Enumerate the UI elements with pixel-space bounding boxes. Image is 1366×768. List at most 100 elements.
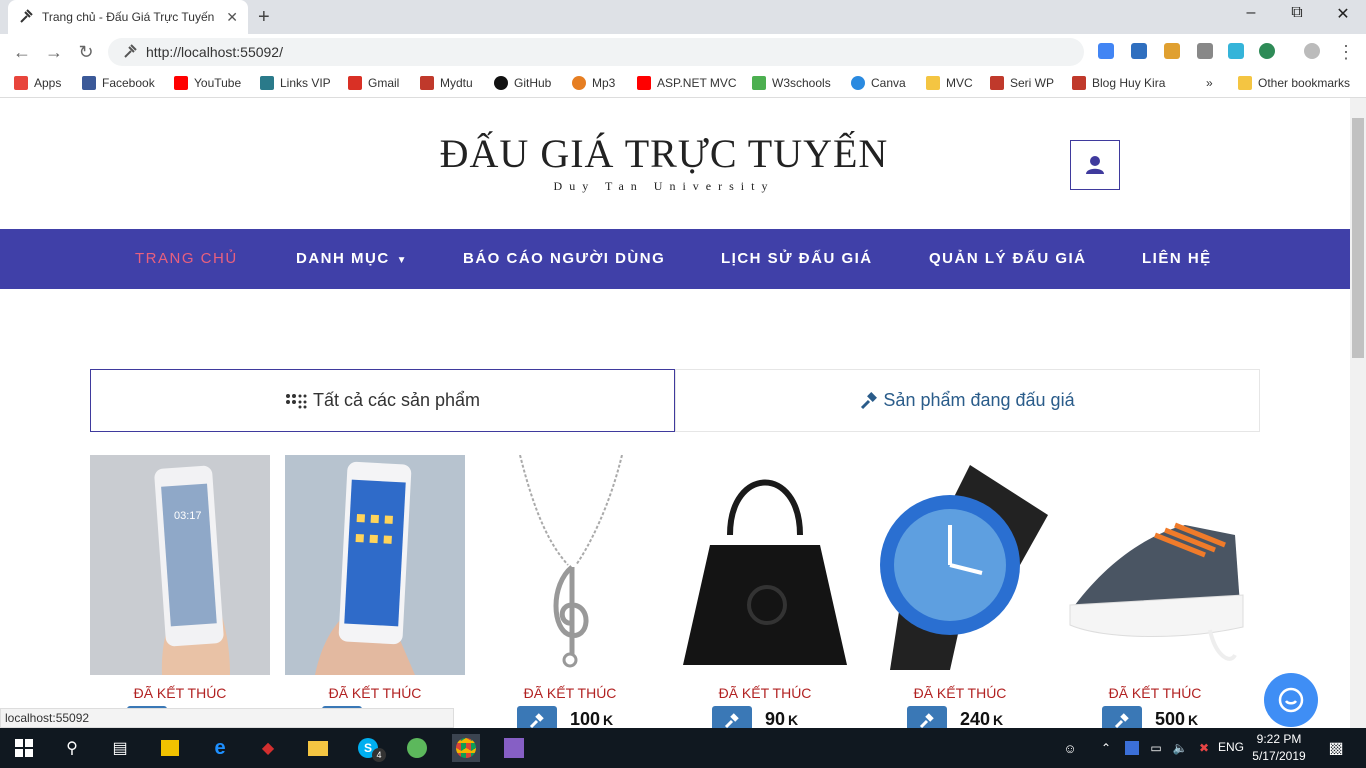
battery-icon[interactable]: ▭ <box>1144 736 1168 760</box>
chat-icon <box>1278 687 1304 713</box>
product-status: ĐÃ KẾT THÚC <box>523 685 617 701</box>
nav-home[interactable]: TRANG CHỦ <box>135 250 238 267</box>
browser-tab[interactable]: Trang chủ - Đấu Giá Trực Tuyến ✕ <box>8 0 248 34</box>
coccoc-icon[interactable] <box>405 736 429 760</box>
visual-studio-icon[interactable] <box>502 736 526 760</box>
bookmark-canva[interactable]: Canva <box>851 76 906 90</box>
reload-icon[interactable]: ↻ <box>74 42 98 63</box>
bookmark-w3schools[interactable]: W3schools <box>752 76 831 90</box>
browser-tab-bar: Trang chủ - Đấu Giá Trực Tuyến ✕ + – ⧉ ✕ <box>0 0 1366 34</box>
bid-button[interactable] <box>712 706 752 728</box>
bookmark-github[interactable]: GitHub <box>494 76 551 90</box>
network-icon[interactable]: ✖ <box>1192 736 1216 760</box>
tray-overflow-icon[interactable]: ⌃ <box>1094 736 1118 760</box>
notifications-icon[interactable]: ▩ <box>1324 736 1348 760</box>
file-explorer-icon[interactable] <box>306 736 330 760</box>
tools-ext-icon[interactable] <box>1164 43 1180 59</box>
system-clock[interactable]: 9:22 PM 5/17/2019 <box>1244 731 1314 765</box>
product-card[interactable]: ĐÃ KẾT THÚC 90 K <box>675 455 855 728</box>
folder-icon <box>1238 76 1252 90</box>
close-tab-icon[interactable]: ✕ <box>226 9 238 26</box>
chat-widget-button[interactable] <box>1264 673 1318 727</box>
note-ext-icon[interactable] <box>1228 43 1244 59</box>
eyedropper-ext-icon[interactable] <box>1197 43 1213 59</box>
translate-icon[interactable] <box>1098 43 1114 59</box>
bookmark-youtube[interactable]: YouTube <box>174 76 241 90</box>
gavel-icon <box>724 713 739 728</box>
back-icon[interactable]: ← <box>10 42 34 63</box>
bid-button[interactable] <box>517 706 557 728</box>
folder-icon <box>926 76 940 90</box>
tab-title: Trang chủ - Đấu Giá Trực Tuyến <box>42 10 215 24</box>
product-price: 500 K <box>1155 709 1199 728</box>
people-icon[interactable]: ☺ <box>1058 736 1082 760</box>
search-icon[interactable]: ⚲ <box>60 736 84 760</box>
nav-user-reports[interactable]: BÁO CÁO NGƯỜI DÙNG <box>463 250 665 267</box>
task-view-icon[interactable]: ▤ <box>108 736 132 760</box>
product-status: ĐÃ KẾT THÚC <box>133 685 227 701</box>
profile-avatar-icon[interactable] <box>1304 43 1320 59</box>
user-account-button[interactable] <box>1070 140 1120 190</box>
windows-start-icon[interactable] <box>12 736 36 760</box>
bookmark-apps[interactable]: Apps <box>14 76 61 90</box>
forward-icon[interactable]: → <box>42 42 66 63</box>
bookmarks-overflow-button[interactable]: » <box>1206 76 1213 90</box>
product-card[interactable]: ĐÃ KẾT THÚC 100 K <box>480 455 660 728</box>
minimize-icon[interactable]: – <box>1236 4 1266 22</box>
chrome-icon[interactable] <box>452 734 480 762</box>
unikey-icon[interactable] <box>1120 736 1144 760</box>
close-window-icon[interactable]: ✕ <box>1328 4 1358 24</box>
bookmark-facebook[interactable]: Facebook <box>82 76 155 90</box>
product-card[interactable]: 03:17 ĐÃ KẾT THÚC <box>90 455 270 728</box>
address-bar[interactable]: http://localhost:55092/ <box>108 38 1084 66</box>
bookmark-mvc[interactable]: MVC <box>926 76 973 90</box>
nav-categories[interactable]: DANH MỤC ▼ <box>296 250 408 267</box>
bookmark-links-vip[interactable]: Links VIP <box>260 76 331 90</box>
nav-auction-history[interactable]: LỊCH SỬ ĐẤU GIÁ <box>721 250 873 267</box>
tab-live-auctions[interactable]: Sản phẩm đang đấu giá <box>675 369 1260 432</box>
scrollbar-thumb[interactable] <box>1352 118 1364 358</box>
bookmarks-bar: Apps Facebook YouTube Links VIP Gmail My… <box>0 70 1366 98</box>
edge-icon[interactable]: e <box>208 736 232 760</box>
nav-contact[interactable]: LIÊN HỆ <box>1142 250 1212 267</box>
skype-badge: 4 <box>372 748 386 762</box>
site-title: ĐẤU GIÁ TRỰC TUYẾN <box>439 131 889 176</box>
gavel-icon <box>861 391 878 409</box>
volume-icon[interactable]: 🔈 <box>1168 736 1192 760</box>
bookmark-mydtu[interactable]: Mydtu <box>420 76 473 90</box>
product-card[interactable]: ĐÃ KẾT THÚC <box>285 455 465 728</box>
garena-icon[interactable]: ◆ <box>256 736 280 760</box>
clock-date: 5/17/2019 <box>1252 749 1306 763</box>
site-brand: ĐẤU GIÁ TRỰC TUYẾN Duy Tan University <box>0 130 1350 194</box>
user-icon <box>1086 156 1104 174</box>
tab-all-products[interactable]: Tất cả các sản phẩm <box>90 369 675 432</box>
restore-icon[interactable]: ⧉ <box>1282 4 1312 22</box>
bookmark-other[interactable]: Other bookmarks <box>1238 76 1350 90</box>
bid-button[interactable] <box>907 706 947 728</box>
link-status-bar: localhost:55092 <box>0 708 454 728</box>
k-icon <box>990 76 1004 90</box>
web-page: ĐẤU GIÁ TRỰC TUYẾN Duy Tan University TR… <box>0 98 1350 728</box>
product-card[interactable]: ĐÃ KẾT THÚC 240 K <box>870 455 1050 728</box>
bookmark-gmail[interactable]: Gmail <box>348 76 399 90</box>
bid-button[interactable] <box>1102 706 1142 728</box>
store-icon[interactable] <box>158 736 182 760</box>
download-ext-icon[interactable] <box>1131 43 1147 59</box>
windows-taskbar: ⚲ ▤ e ◆ S 4 ☺ ⌃ ▭ 🔈 ✖ ENG 9:22 PM 5/17/2… <box>0 728 1366 768</box>
input-language[interactable]: ENG <box>1218 740 1244 754</box>
bookmark-mp3[interactable]: Mp3 <box>572 76 615 90</box>
menu-kebab-icon[interactable]: ⋮ <box>1334 42 1358 63</box>
new-tab-button[interactable]: + <box>258 6 270 29</box>
mydtu-icon <box>420 76 434 90</box>
sneaker-product-image <box>1065 455 1245 675</box>
handbag-product-image <box>675 455 855 675</box>
gavel-icon <box>1114 713 1129 728</box>
product-price: 100 K <box>570 709 614 728</box>
globe-ext-icon[interactable] <box>1259 43 1275 59</box>
nav-auction-management[interactable]: QUẢN LÝ ĐẤU GIÁ <box>929 250 1087 267</box>
bookmark-aspnet-mvc[interactable]: ASP.NET MVC <box>637 76 737 90</box>
product-status: ĐÃ KẾT THÚC <box>1108 685 1202 701</box>
product-card[interactable]: ĐÃ KẾT THÚC 500 K <box>1065 455 1245 728</box>
bookmark-seri-wp[interactable]: Seri WP <box>990 76 1054 90</box>
bookmark-blog-huy-kira[interactable]: Blog Huy Kira <box>1072 76 1165 90</box>
